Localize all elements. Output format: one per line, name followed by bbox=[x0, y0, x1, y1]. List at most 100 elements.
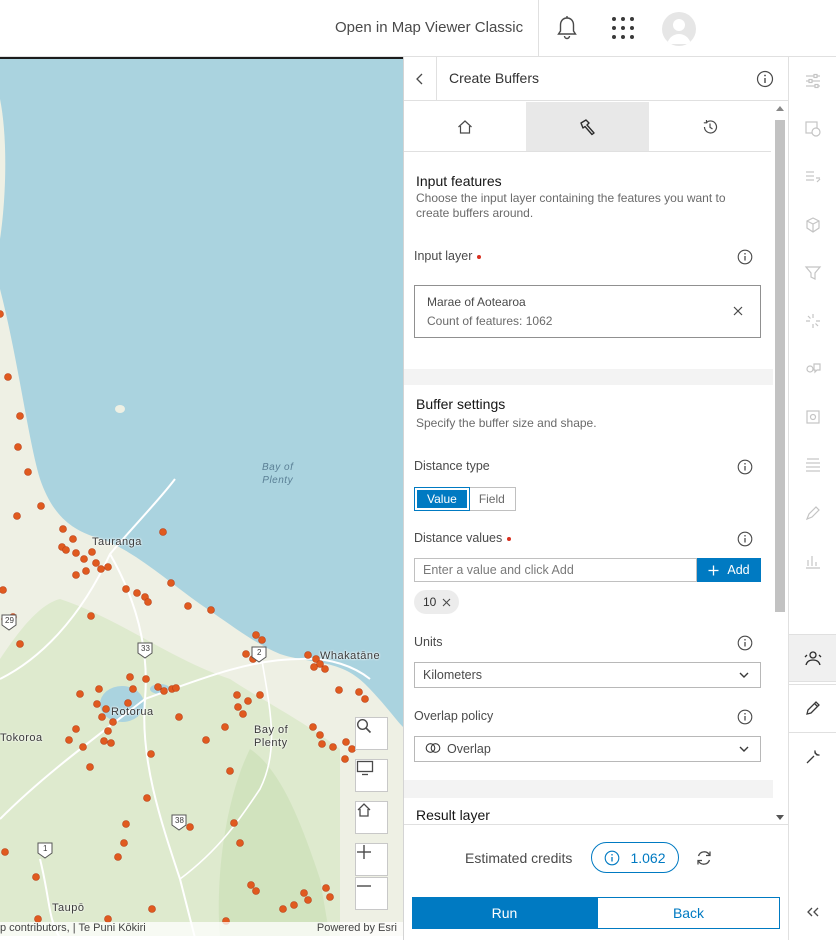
run-button[interactable]: Run bbox=[412, 897, 597, 929]
tab-home[interactable] bbox=[404, 102, 526, 151]
route-38-label: 38 bbox=[175, 816, 184, 825]
units-info-icon[interactable] bbox=[737, 635, 753, 651]
powered-by-esri[interactable]: Powered by Esri bbox=[317, 922, 397, 934]
panel-scrollbar[interactable] bbox=[773, 102, 787, 824]
rail-item-sketch[interactable] bbox=[789, 489, 836, 537]
distance-chip-value: 10 bbox=[423, 595, 437, 609]
distance-value-input[interactable]: Enter a value and click Add bbox=[414, 558, 697, 582]
close-icon bbox=[442, 598, 451, 606]
attribute-table-icon bbox=[806, 458, 820, 472]
configure-pop-ups-icon bbox=[806, 363, 821, 374]
distance-type-info-icon[interactable] bbox=[737, 459, 753, 475]
rail-item-analysis[interactable] bbox=[789, 634, 836, 682]
overlap-icon bbox=[425, 743, 441, 753]
panel-back-button[interactable] bbox=[404, 57, 437, 101]
units-label: Units bbox=[414, 635, 443, 649]
panel-header: Create Buffers bbox=[404, 57, 789, 101]
zoom-in-icon bbox=[357, 845, 371, 859]
map-screen-button[interactable] bbox=[355, 759, 388, 792]
units-select[interactable]: Kilometers bbox=[414, 662, 761, 688]
properties-icon bbox=[806, 73, 820, 89]
distance-type-label: Distance type bbox=[414, 459, 490, 473]
user-avatar[interactable] bbox=[662, 12, 696, 46]
tab-tool[interactable] bbox=[526, 102, 649, 151]
whakatane-label: Whakatāne bbox=[320, 650, 381, 662]
history-icon bbox=[703, 119, 717, 134]
rail-item-popups[interactable] bbox=[789, 345, 836, 393]
clear-input-layer-button[interactable] bbox=[732, 305, 744, 320]
sketch-icon bbox=[805, 506, 820, 521]
zoom-out-button[interactable] bbox=[355, 877, 388, 910]
map-attribution: p contributors, | Te Puni Kōkiri Powered… bbox=[0, 922, 403, 936]
rail-item-effects[interactable] bbox=[789, 297, 836, 345]
distance-type-value-option[interactable]: Value bbox=[414, 487, 470, 511]
home-icon bbox=[357, 803, 371, 817]
input-features-section: Input features Choose the input layer co… bbox=[404, 153, 773, 369]
refresh-icon bbox=[697, 851, 711, 865]
info-icon bbox=[605, 850, 620, 865]
rail-item-styles[interactable] bbox=[789, 105, 836, 153]
bell-icon[interactable] bbox=[554, 14, 580, 42]
open-in-map-viewer-classic-link[interactable]: Open in Map Viewer Classic bbox=[335, 19, 523, 36]
rail-item-edit[interactable] bbox=[789, 684, 836, 732]
styles-icon bbox=[805, 121, 821, 137]
rail-item-3d[interactable] bbox=[789, 201, 836, 249]
right-action-rail bbox=[788, 57, 836, 940]
rail-item-labels[interactable] bbox=[789, 393, 836, 441]
back-button[interactable]: Back bbox=[597, 897, 780, 929]
rail-item-charts[interactable] bbox=[789, 537, 836, 585]
panel-info-button[interactable] bbox=[756, 70, 774, 91]
filter-icon bbox=[804, 266, 822, 280]
chevron-down-icon bbox=[739, 672, 749, 678]
tools-wrench-icon bbox=[806, 750, 820, 764]
result-layer-title: Result layer bbox=[416, 807, 490, 823]
input-layer-label-text: Input layer bbox=[414, 249, 473, 263]
panel-title: Create Buffers bbox=[449, 70, 540, 86]
input-layer-count: Count of features: 1062 bbox=[427, 314, 553, 328]
remove-chip-button[interactable] bbox=[442, 598, 451, 607]
panel-scroll-area[interactable]: Input features Choose the input layer co… bbox=[404, 153, 773, 824]
add-distance-button[interactable]: Add bbox=[697, 558, 761, 582]
distance-type-field-option[interactable]: Field bbox=[469, 488, 515, 510]
collapse-rail-button[interactable] bbox=[789, 895, 836, 929]
distance-chip: 10 bbox=[414, 590, 460, 614]
route-29-label: 29 bbox=[5, 616, 14, 625]
chevron-left-icon bbox=[416, 73, 423, 85]
home-icon bbox=[458, 119, 473, 134]
screen-icon bbox=[356, 760, 374, 776]
overlap-policy-info-icon[interactable] bbox=[737, 709, 753, 725]
estimated-credits-label: Estimated credits bbox=[465, 850, 573, 866]
fields-icon bbox=[806, 171, 821, 183]
close-icon bbox=[733, 306, 743, 316]
map-view[interactable]: Bay of Plenty Tauranga Whakatāne Rotorua… bbox=[0, 57, 403, 936]
analysis-icon bbox=[804, 651, 822, 666]
input-layer-info-icon[interactable] bbox=[737, 249, 753, 265]
rail-item-fields[interactable] bbox=[789, 153, 836, 201]
scrollbar-thumb[interactable] bbox=[775, 120, 785, 612]
rail-item-tools[interactable] bbox=[789, 733, 836, 781]
panel-tabs bbox=[404, 102, 771, 152]
rail-item-properties[interactable] bbox=[789, 57, 836, 105]
bay-of-plenty-water-label: Bay of Plenty bbox=[262, 462, 294, 486]
distance-values-info-icon[interactable] bbox=[737, 531, 753, 547]
effects-icon bbox=[806, 314, 820, 328]
tab-history[interactable] bbox=[649, 102, 771, 151]
apps-grid-icon[interactable] bbox=[609, 14, 637, 42]
map-home-button[interactable] bbox=[355, 801, 388, 834]
distance-values-label-text: Distance values bbox=[414, 531, 503, 545]
scroll-down-arrow[interactable] bbox=[776, 815, 784, 820]
estimated-credits-pill[interactable]: 1.062 bbox=[591, 842, 679, 873]
attribution-text[interactable]: p contributors, | Te Puni Kōkiri bbox=[0, 922, 146, 934]
rail-item-filter[interactable] bbox=[789, 249, 836, 297]
overlap-policy-select[interactable]: Overlap bbox=[414, 736, 761, 762]
rail-item-attribute-table[interactable] bbox=[789, 441, 836, 489]
refresh-credits-button[interactable] bbox=[694, 848, 714, 871]
scroll-up-arrow[interactable] bbox=[776, 106, 784, 111]
tool-hammer-icon bbox=[580, 118, 596, 135]
input-layer-selector[interactable]: Marae of Aotearoa Count of features: 106… bbox=[414, 285, 761, 338]
map-search-button[interactable] bbox=[355, 717, 388, 750]
zoom-in-button[interactable] bbox=[355, 843, 388, 876]
top-header: Open in Map Viewer Classic bbox=[0, 0, 836, 57]
route-2-label: 2 bbox=[257, 648, 262, 657]
units-select-value: Kilometers bbox=[423, 668, 483, 682]
